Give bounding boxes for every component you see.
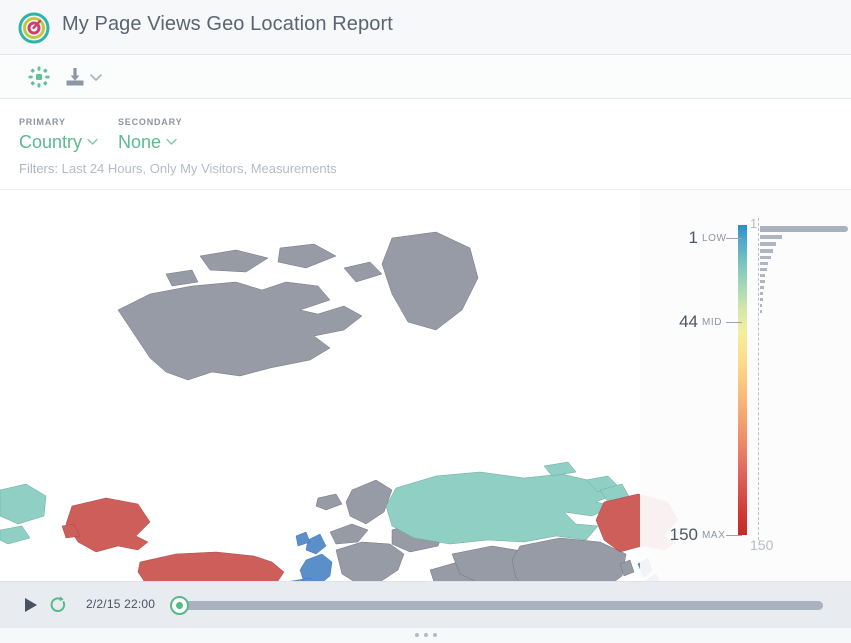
map-stage[interactable]: 1 1 LOW 44 MID 150 MAX 150 xyxy=(0,190,851,581)
primary-dimension-selector[interactable]: PRIMARY Country xyxy=(19,117,98,153)
bullseye-target-icon xyxy=(18,12,50,44)
drag-handle-dots-icon[interactable] xyxy=(414,633,437,637)
color-scale-legend[interactable]: 1 1 LOW 44 MID 150 MAX 150 xyxy=(640,190,851,581)
filter-chip-visitors[interactable]: Only My Visitors, xyxy=(150,161,247,176)
primary-value[interactable]: Country xyxy=(19,132,82,153)
chevron-down-icon[interactable] xyxy=(166,133,177,151)
legend-top-value: 1 xyxy=(750,216,758,231)
legend-bottom-value: 150 xyxy=(750,537,774,553)
toolbar xyxy=(0,55,851,99)
report-controls: PRIMARY Country SECONDARY None Filters: … xyxy=(0,99,851,190)
legend-low-tick xyxy=(726,238,742,239)
download-export-icon[interactable] xyxy=(62,64,88,90)
export-menu-caret-icon[interactable] xyxy=(88,69,104,85)
legend-gradient-bar xyxy=(738,225,747,535)
page-title: My Page Views Geo Location Report xyxy=(62,13,393,35)
sunburst-settings-icon[interactable] xyxy=(26,64,52,90)
timeline-timestamp: 2/2/15 22:00 xyxy=(86,597,156,611)
legend-max-tick xyxy=(726,535,742,536)
title-bar: My Page Views Geo Location Report xyxy=(0,0,851,55)
chevron-down-icon[interactable] xyxy=(87,133,98,151)
legend-mid-tick xyxy=(726,322,742,323)
primary-label: PRIMARY xyxy=(19,117,66,127)
filters-row: Filters: Last 24 Hours, Only My Visitors… xyxy=(19,161,337,176)
legend-low-tag: LOW xyxy=(702,233,727,244)
legend-low-value: 1 xyxy=(688,228,698,247)
refresh-loop-icon[interactable] xyxy=(49,596,67,614)
timeline-slider-track[interactable] xyxy=(172,601,823,610)
play-icon[interactable] xyxy=(24,597,38,613)
legend-dashed-guide xyxy=(758,218,759,540)
secondary-label: SECONDARY xyxy=(118,117,183,127)
panel-resize-footer xyxy=(0,627,851,643)
geo-report-window: My Page Views Geo Location Report PRIMAR… xyxy=(0,0,851,643)
filter-chip-measurements[interactable]: Measurements xyxy=(251,161,337,176)
secondary-value[interactable]: None xyxy=(118,132,161,153)
filter-chip-time[interactable]: Last 24 Hours, xyxy=(62,161,147,176)
legend-mid-tag: MID xyxy=(702,317,723,328)
secondary-dimension-selector[interactable]: SECONDARY None xyxy=(118,117,182,153)
timeline-player-bar: 2/2/15 22:00 xyxy=(0,581,851,627)
legend-mid-value: 44 xyxy=(679,312,698,331)
timeline-slider-handle[interactable] xyxy=(170,596,189,615)
filters-label: Filters: xyxy=(19,161,58,176)
legend-max-value: 150 xyxy=(669,525,698,544)
legend-max-tag: MAX xyxy=(702,530,726,541)
